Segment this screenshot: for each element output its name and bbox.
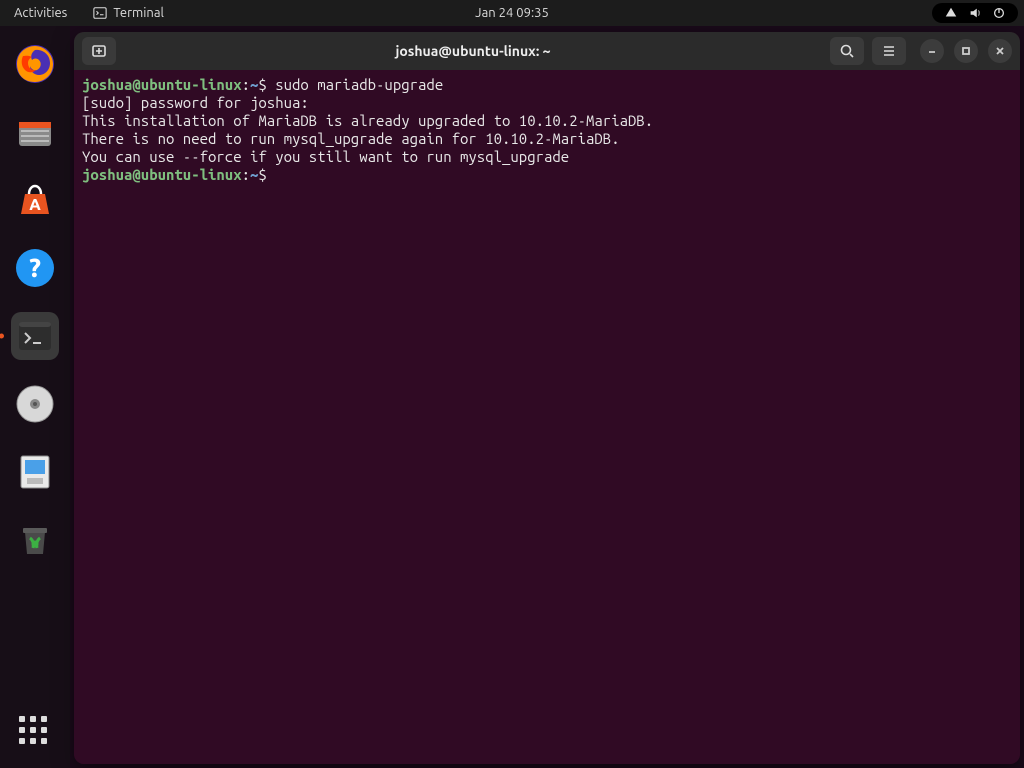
maximize-button[interactable]	[954, 39, 978, 63]
dock-files[interactable]	[11, 108, 59, 156]
window-title: joshua@ubuntu-linux: ~	[124, 43, 822, 59]
maximize-icon	[961, 46, 971, 56]
show-applications[interactable]	[19, 716, 51, 748]
svg-text:?: ?	[29, 253, 41, 282]
cmd-1: sudo mariadb-upgrade	[275, 76, 443, 93]
help-icon: ?	[13, 246, 57, 290]
out-line-4: You can use --force if you still want to…	[82, 148, 569, 165]
new-tab-button[interactable]	[82, 37, 116, 65]
dock: A ?	[0, 26, 70, 768]
floppy-icon	[13, 450, 57, 494]
out-line-2: This installation of MariaDB is already …	[82, 112, 653, 129]
close-button[interactable]	[988, 39, 1012, 63]
appmenu-label: Terminal	[113, 6, 164, 20]
system-tray[interactable]	[932, 3, 1018, 23]
clock[interactable]: Jan 24 09:35	[475, 6, 549, 20]
terminal-app-icon	[15, 316, 55, 356]
terminal-window: joshua@ubuntu-linux: ~ joshua@ubuntu-lin…	[74, 32, 1020, 764]
prompt-user: joshua@ubuntu-linux	[82, 76, 242, 93]
out-line-1: [sudo] password for joshua:	[82, 94, 309, 111]
dock-disk[interactable]	[11, 380, 59, 428]
dock-firefox[interactable]	[11, 40, 59, 88]
search-icon	[839, 43, 855, 59]
network-icon	[944, 6, 958, 20]
activities-button[interactable]: Activities	[0, 6, 81, 20]
top-panel: Activities Terminal Jan 24 09:35	[0, 0, 1024, 26]
new-tab-icon	[91, 43, 107, 59]
dock-help[interactable]: ?	[11, 244, 59, 292]
minimize-icon	[927, 46, 937, 56]
software-icon: A	[13, 178, 57, 222]
terminal-icon	[93, 6, 107, 20]
dock-trash[interactable]	[11, 516, 59, 564]
titlebar: joshua@ubuntu-linux: ~	[74, 32, 1020, 70]
trash-icon	[15, 520, 55, 560]
minimize-button[interactable]	[920, 39, 944, 63]
files-icon	[13, 110, 57, 154]
hamburger-icon	[881, 43, 897, 59]
appmenu-terminal[interactable]: Terminal	[81, 6, 176, 20]
terminal-body[interactable]: joshua@ubuntu-linux:~$ sudo mariadb-upgr…	[74, 70, 1020, 764]
search-button[interactable]	[830, 37, 864, 65]
dock-floppy[interactable]	[11, 448, 59, 496]
dock-terminal[interactable]	[11, 312, 59, 360]
menu-button[interactable]	[872, 37, 906, 65]
svg-text:A: A	[29, 196, 41, 214]
close-icon	[995, 46, 1005, 56]
firefox-icon	[13, 42, 57, 86]
volume-icon	[968, 6, 982, 20]
disk-icon	[13, 382, 57, 426]
prompt-user-2: joshua@ubuntu-linux	[82, 166, 242, 183]
power-icon	[992, 6, 1006, 20]
out-line-3: There is no need to run mysql_upgrade ag…	[82, 130, 620, 147]
dock-software[interactable]: A	[11, 176, 59, 224]
